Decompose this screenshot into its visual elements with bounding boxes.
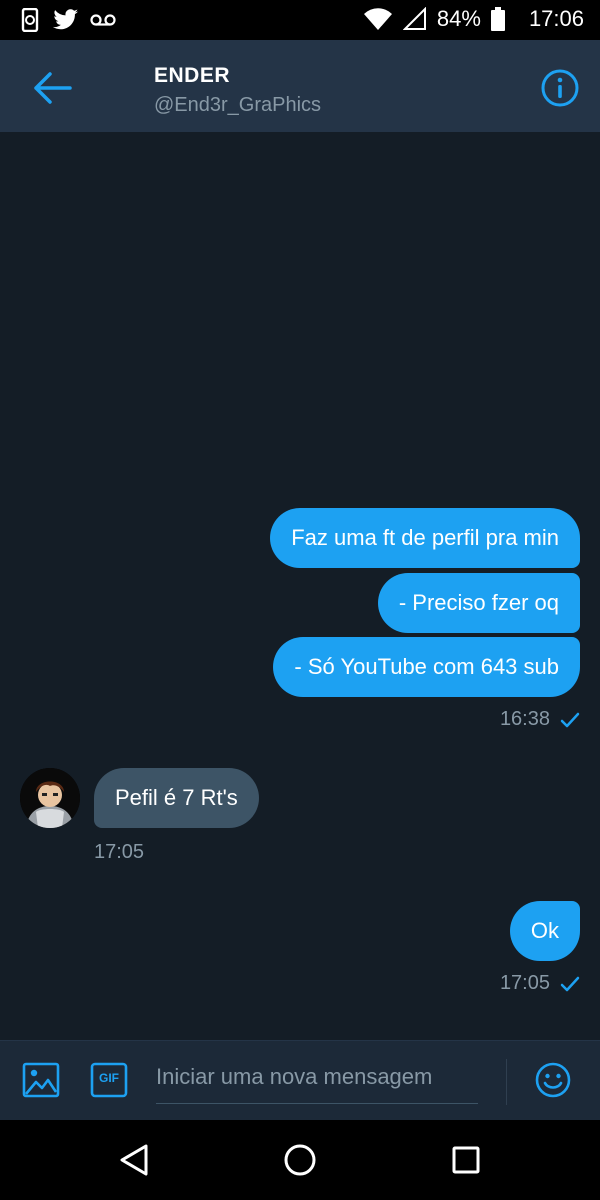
message-bubble-incoming[interactable]: Pefil é 7 Rt's [94, 768, 259, 828]
wifi-icon [363, 8, 392, 31]
message-meta: 16:38 [500, 708, 580, 731]
add-gif-button[interactable]: GIF [90, 1061, 130, 1101]
emoji-button[interactable] [534, 1061, 574, 1101]
avatar-image [20, 768, 80, 828]
message-meta: 17:05 [500, 972, 580, 995]
timestamp: 17:05 [94, 841, 145, 863]
info-button[interactable] [540, 68, 580, 108]
nav-home-button[interactable] [280, 1140, 320, 1180]
timestamp: 16:38 [499, 708, 550, 730]
battery-percent: 84% [436, 6, 481, 31]
signal-icon [402, 7, 426, 30]
battery-icon [490, 7, 505, 31]
contact-name: ENDER [154, 64, 231, 87]
phone-sync-icon [21, 8, 39, 32]
checkmark-icon [560, 976, 580, 991]
square-recents-icon [452, 1146, 480, 1174]
voicemail-icon [90, 14, 116, 26]
contact-avatar[interactable] [20, 768, 80, 828]
contact-handle: @End3r_GraPhics [154, 94, 322, 116]
status-left-icons [20, 8, 116, 32]
add-photo-button[interactable] [22, 1061, 62, 1101]
image-icon [22, 1062, 60, 1098]
info-icon [541, 69, 579, 107]
message-bubble-outgoing[interactable]: - Só YouTube com 643 sub [273, 637, 580, 697]
message-meta: 17:05 [94, 841, 144, 864]
composer-divider [506, 1059, 507, 1105]
twitter-bird-icon [52, 9, 79, 30]
conversation-header: ENDER @End3r_GraPhics [0, 40, 600, 132]
arrow-left-icon [34, 72, 72, 104]
back-button[interactable] [28, 64, 76, 112]
status-bar: 84% 17:06 [0, 0, 600, 40]
smiley-icon [535, 1062, 571, 1098]
checkmark-icon [560, 712, 580, 727]
nav-back-button[interactable] [114, 1140, 154, 1180]
status-right-icons: 84% 17:06 [363, 6, 584, 32]
timestamp: 17:05 [499, 972, 550, 994]
message-input[interactable]: Iniciar uma nova mensagem [156, 1059, 478, 1104]
circle-home-icon [284, 1144, 316, 1176]
message-bubble-outgoing[interactable]: - Preciso fzer oq [377, 573, 580, 633]
message-composer: GIF Iniciar uma nova mensagem [0, 1040, 600, 1121]
clock: 17:06 [528, 6, 584, 31]
gif-label: GIF [99, 1071, 119, 1085]
triangle-back-icon [120, 1144, 148, 1176]
message-bubble-outgoing[interactable]: Ok [509, 901, 580, 961]
navigation-bar [0, 1120, 600, 1200]
nav-recents-button[interactable] [446, 1140, 486, 1180]
message-bubble-outgoing[interactable]: Faz uma ft de perfil pra min [270, 508, 580, 568]
